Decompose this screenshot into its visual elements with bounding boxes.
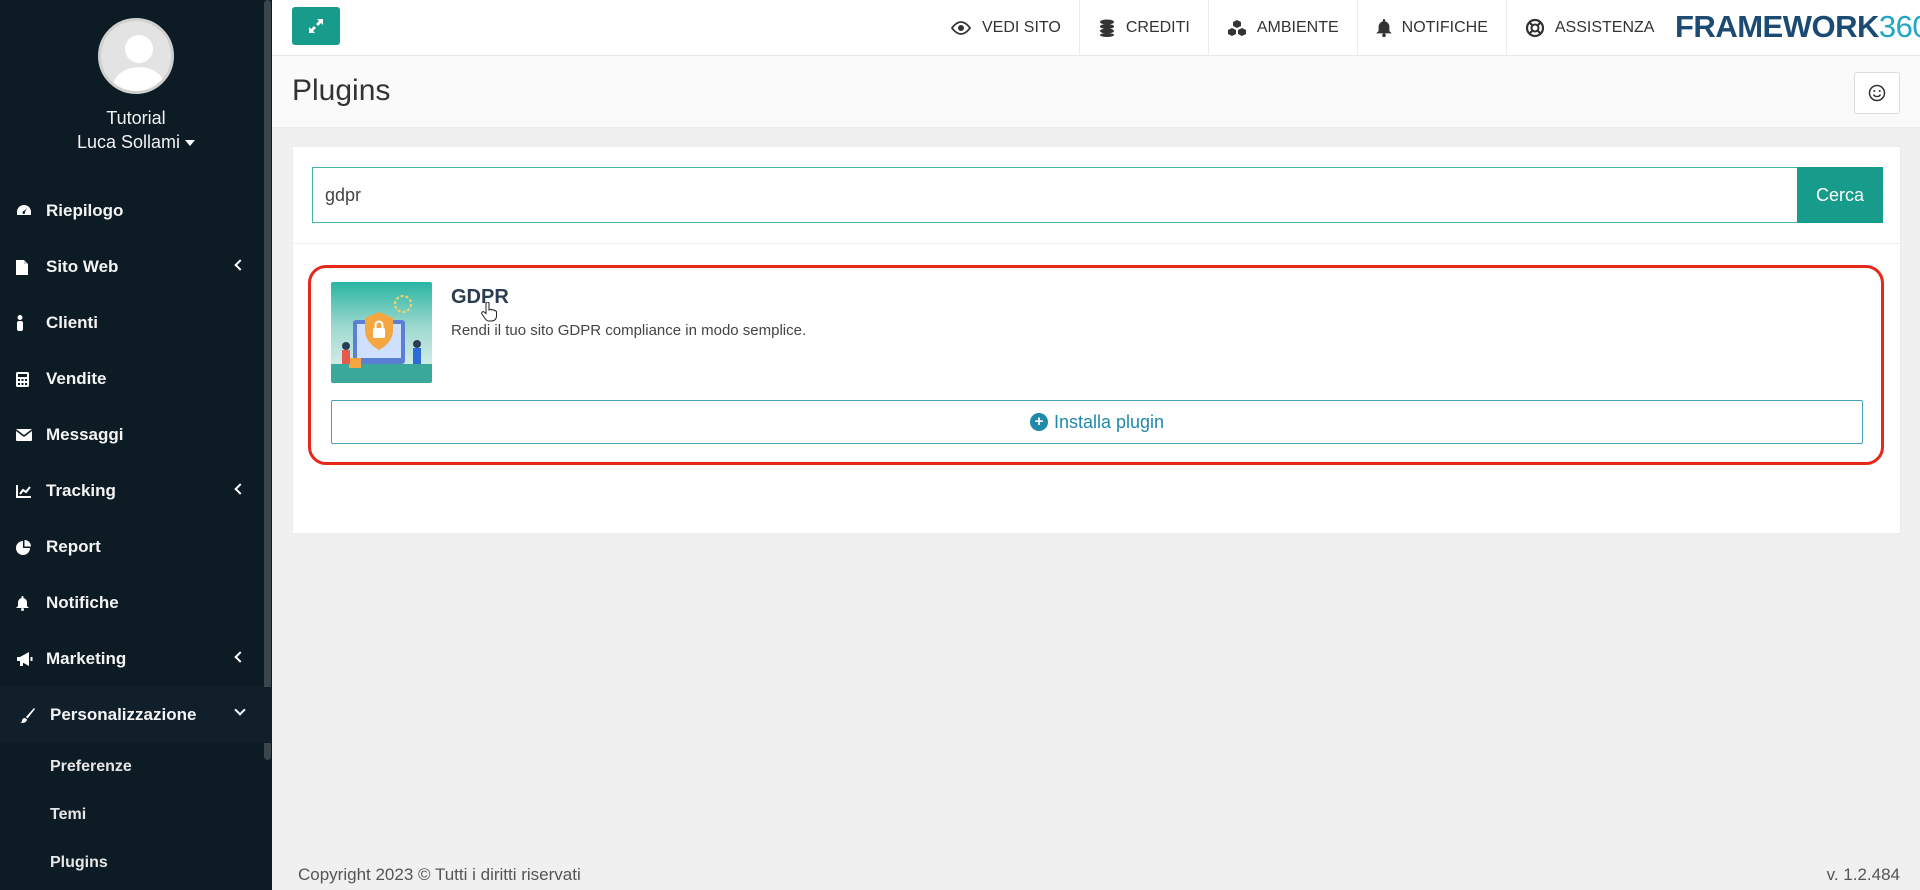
sidebar-item-sito-web[interactable]: Sito Web [0, 239, 272, 295]
top-nav: VEDI SITO CREDITI AMBIENTE NOTIFICHE ASS… [932, 0, 1672, 56]
sidebar-item-label: Riepilogo [46, 201, 124, 220]
plus-circle-icon: + [1029, 413, 1048, 431]
eye-icon [950, 21, 972, 35]
dashboard-icon [16, 204, 46, 218]
plugin-description: Rendi il tuo sito GDPR compliance in mod… [451, 322, 807, 339]
pie-chart-icon [16, 539, 46, 555]
brand-text: FRAMEWORK [1675, 9, 1879, 44]
nav-notifiche[interactable]: NOTIFICHE [1358, 0, 1507, 56]
nav-assistenza[interactable]: ASSISTENZA [1507, 0, 1673, 56]
page-header: Plugins [272, 56, 1920, 128]
cubes-icon [1227, 20, 1246, 36]
nav-label: ASSISTENZA [1554, 19, 1655, 36]
person-icon [16, 315, 46, 331]
sidebar-item-label: Report [46, 537, 101, 556]
chevron-left-icon [234, 651, 246, 663]
chevron-left-icon [234, 259, 246, 271]
plugin-search: Cerca [312, 167, 1883, 223]
search-button[interactable]: Cerca [1797, 167, 1883, 223]
plugins-panel: Cerca GDPR Rendi il tuo sito GDPR compli… [292, 146, 1901, 534]
hand-cursor-icon [481, 301, 497, 327]
sidebar-subitem-preferenze[interactable]: Preferenze [0, 743, 272, 791]
nav-ambiente[interactable]: AMBIENTE [1209, 0, 1358, 56]
nav-label: VEDI SITO [982, 19, 1061, 36]
sidebar-item-vendite[interactable]: Vendite [0, 351, 272, 407]
footer-copyright: Copyright 2023 © Tutti i diritti riserva… [298, 865, 581, 884]
sidebar: Tutorial Luca Sollami Riepilogo Sito Web… [0, 0, 272, 890]
file-icon [16, 259, 46, 275]
nav-label: NOTIFICHE [1401, 19, 1488, 36]
feedback-button[interactable] [1854, 72, 1900, 114]
profile-org: Tutorial [106, 108, 166, 128]
calculator-icon [16, 371, 46, 387]
sidebar-item-label: Notifiche [46, 593, 119, 612]
smile-icon [1868, 84, 1886, 102]
install-plugin-label: Installa plugin [1053, 411, 1165, 432]
profile-user-name: Luca Sollami [76, 132, 181, 152]
plugin-thumbnail[interactable] [331, 282, 432, 383]
coins-icon [1099, 19, 1114, 37]
sidebar-item-label: Personalizzazione [50, 705, 197, 724]
sidebar-subitem-plugins[interactable]: Plugins [0, 839, 272, 887]
chevron-left-icon [234, 483, 246, 495]
nav-label: CREDITI [1125, 19, 1190, 36]
search-input[interactable] [312, 167, 1797, 223]
sidebar-item-label: Tracking [46, 481, 116, 500]
sidebar-item-label: Messaggi [46, 425, 124, 444]
envelope-icon [16, 429, 46, 441]
megaphone-icon [16, 652, 46, 666]
sidebar-item-marketing[interactable]: Marketing [0, 631, 272, 687]
footer-version: v. 1.2.484 [1826, 865, 1900, 884]
sidebar-subitem-temi[interactable]: Temi [0, 791, 272, 839]
install-plugin-button[interactable]: + Installa plugin [331, 400, 1863, 444]
user-profile: Tutorial Luca Sollami [0, 0, 272, 153]
sidebar-item-messaggi[interactable]: Messaggi [0, 407, 272, 463]
footer: Copyright 2023 © Tutti i diritti riserva… [272, 860, 1920, 890]
sidebar-item-notifiche[interactable]: Notifiche [0, 575, 272, 631]
avatar[interactable] [98, 18, 174, 94]
divider [293, 243, 1900, 244]
caret-down-icon [185, 140, 196, 147]
nav-label: AMBIENTE [1256, 19, 1339, 36]
bell-icon [16, 595, 46, 611]
plugin-card: GDPR Rendi il tuo sito GDPR compliance i… [308, 265, 1884, 465]
lifebuoy-icon [1525, 18, 1544, 38]
brush-icon [20, 707, 50, 723]
sidebar-item-label: Vendite [46, 369, 107, 388]
fullscreen-button[interactable] [292, 7, 340, 45]
sidebar-item-label: Sito Web [46, 257, 119, 276]
brand-number: 360 [1878, 9, 1920, 44]
sidebar-item-label: Marketing [46, 649, 127, 668]
sidebar-item-tracking[interactable]: Tracking [0, 463, 272, 519]
nav-vedi-sito[interactable]: VEDI SITO [932, 0, 1080, 56]
sidebar-item-report[interactable]: Report [0, 519, 272, 575]
nav-crediti[interactable]: CREDITI [1080, 0, 1209, 56]
sidebar-item-label: Clienti [46, 313, 98, 332]
expand-icon [309, 19, 323, 33]
plugin-name[interactable]: GDPR [451, 286, 509, 309]
line-chart-icon [16, 484, 46, 498]
sidebar-item-riepilogo[interactable]: Riepilogo [0, 183, 272, 239]
sidebar-menu: Riepilogo Sito Web Clienti Vendite Messa… [0, 183, 272, 887]
chevron-down-icon [234, 704, 246, 716]
brand-logo[interactable]: FRAMEWORK360 [1675, 9, 1920, 45]
profile-user-menu[interactable]: Luca Sollami [0, 132, 272, 153]
topbar: VEDI SITO CREDITI AMBIENTE NOTIFICHE ASS… [272, 0, 1920, 56]
bell-icon [1375, 19, 1392, 37]
sidebar-item-clienti[interactable]: Clienti [0, 295, 272, 351]
sidebar-item-personalizzazione[interactable]: Personalizzazione [0, 687, 272, 743]
page-title: Plugins [292, 74, 391, 107]
gdpr-illustration [331, 295, 432, 383]
